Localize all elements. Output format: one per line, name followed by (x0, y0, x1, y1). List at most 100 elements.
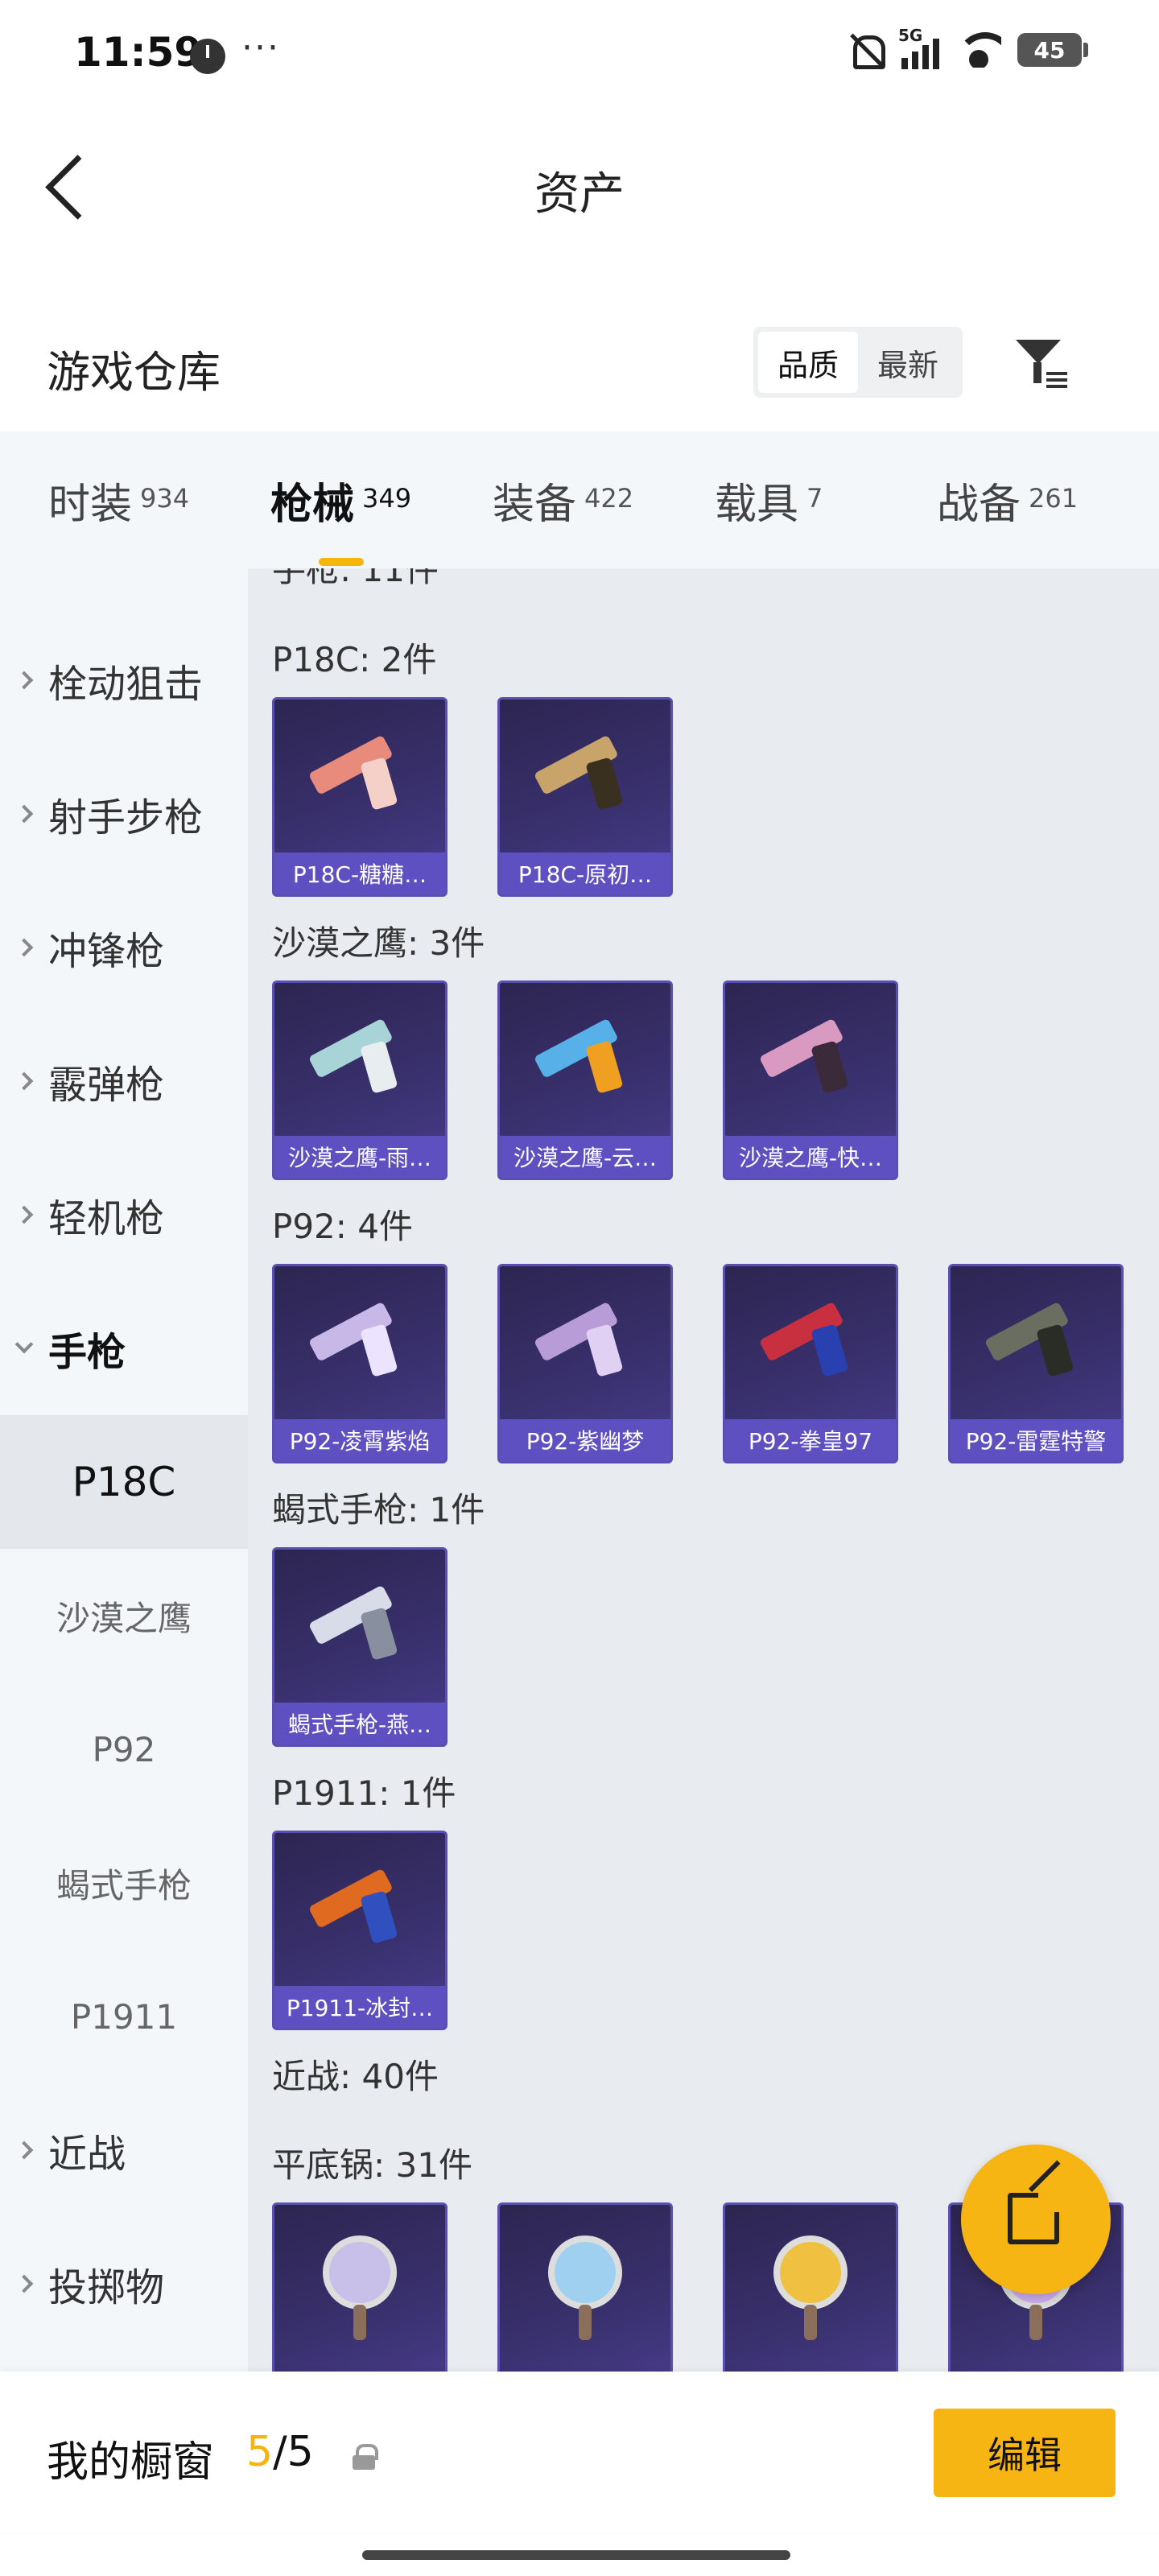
sidebar-item-pistol[interactable]: 手枪 (0, 1282, 248, 1415)
icon-cutout (1038, 2186, 1064, 2212)
group-title-melee: 近战: 40件 (272, 2057, 439, 2096)
chevron-right-icon (14, 1205, 34, 1224)
gun-skin-image (500, 983, 670, 1141)
home-indicator (362, 2550, 790, 2560)
item-card[interactable]: P92-紫幽梦 (497, 1264, 673, 1463)
sidebar-sub-skorpion[interactable]: 蝎式手枪 (0, 1816, 248, 1950)
item-card[interactable]: P1911-冰封… (272, 1831, 448, 2030)
item-name: P92-凌霄紫焰 (274, 1419, 445, 1461)
gun-skin-image (500, 1266, 670, 1424)
item-name: 蝎式手枪-燕… (274, 1703, 445, 1744)
item-name: 沙漠之鹰-云… (500, 1136, 670, 1178)
showcase-current: 5 (246, 2428, 274, 2476)
tab-label: 载具 (715, 480, 799, 529)
pan-skin-image (725, 2205, 896, 2363)
sort-quality-option[interactable]: 品质 (758, 332, 858, 393)
tab-label: 枪械 (270, 480, 355, 529)
more-status-icon: ··· (241, 27, 280, 68)
item-card[interactable] (497, 2202, 673, 2372)
sidebar-sub-deagle[interactable]: 沙漠之鹰 (0, 1549, 248, 1682)
tab-count: 349 (362, 482, 412, 514)
sidebar-item-lmg[interactable]: 轻机枪 (0, 1148, 248, 1282)
share-external-button[interactable] (961, 2145, 1111, 2294)
item-card[interactable]: P92-拳皇97 (723, 1264, 898, 1463)
tab-firearms[interactable]: 枪械 349 (270, 470, 493, 566)
sidebar-item-label: 手枪 (48, 1330, 126, 1375)
item-card[interactable]: P92-雷霆特警 (948, 1264, 1124, 1463)
item-card[interactable]: P18C-原初… (497, 697, 673, 897)
tab-gear[interactable]: 战备 261 (937, 470, 1159, 530)
tab-count: 422 (584, 482, 634, 514)
sidebar-item-dmr[interactable]: 射手步枪 (0, 747, 248, 881)
edit-button[interactable]: 编辑 (934, 2409, 1116, 2497)
sidebar-sub-p1911[interactable]: P1911 (0, 1950, 248, 2083)
showcase-total: /5 (273, 2428, 314, 2476)
group-title: 蝎式手枪: 1件 (272, 1490, 485, 1530)
gun-icon (747, 1283, 874, 1406)
item-card[interactable] (723, 2202, 898, 2372)
sidebar-item-melee[interactable]: 近战 (0, 2083, 248, 2217)
pan-icon (537, 2227, 633, 2340)
sort-newest-option[interactable]: 最新 (858, 332, 958, 393)
gun-icon (296, 716, 423, 840)
item-name: P92-雷霆特警 (951, 1419, 1121, 1461)
page-title: 资产 (534, 168, 625, 221)
sidebar-item-throwables[interactable]: 投掷物 (0, 2217, 248, 2351)
gun-skin-image (274, 1833, 445, 1991)
item-card[interactable]: P92-凌霄紫焰 (272, 1264, 448, 1463)
tab-label: 时装 (48, 480, 133, 529)
lock-icon (353, 2444, 378, 2470)
sidebar-sub-p18c[interactable]: P18C (0, 1415, 248, 1549)
tab-label: 战备 (937, 480, 1021, 529)
sidebar-item-label: 冲锋枪 (48, 929, 165, 974)
tab-vehicles[interactable]: 载具 7 (715, 470, 937, 530)
group-title-pan: 平底锅: 31件 (272, 2145, 472, 2185)
category-tabs: 时装 934 枪械 349 装备 422 载具 7 战备 261 (0, 431, 1159, 568)
tab-count: 261 (1029, 482, 1079, 514)
item-card[interactable]: 沙漠之鹰-云… (497, 980, 673, 1180)
gun-skin-image (500, 700, 670, 857)
item-card[interactable]: 沙漠之鹰-雨… (272, 980, 448, 1180)
status-time: 11:59 (74, 29, 203, 76)
gun-skin-image (274, 1550, 445, 1707)
item-card[interactable]: 沙漠之鹰-快… (723, 980, 898, 1180)
gun-skin-image (274, 700, 445, 857)
showcase-count: 5/5 (246, 2428, 314, 2476)
gun-icon (296, 1850, 423, 1973)
gun-skin-image (725, 1266, 896, 1424)
sidebar-item-label: 栓动狙击 (48, 662, 204, 707)
tab-equipment[interactable]: 装备 422 (493, 470, 715, 530)
battery-level: 45 (1033, 36, 1066, 64)
sidebar-item-shotgun[interactable]: 霰弹枪 (0, 1014, 248, 1148)
chevron-right-icon (14, 938, 34, 957)
tab-label: 装备 (493, 480, 577, 529)
gun-icon (296, 1283, 423, 1406)
sidebar-sub-p92[interactable]: P92 (0, 1682, 248, 1816)
item-name: P1911-冰封… (274, 1986, 445, 2028)
warehouse-title: 游戏仓库 (47, 347, 221, 398)
sort-toggle: 品质 最新 (753, 327, 963, 398)
item-name: 沙漠之鹰-快… (725, 1136, 896, 1178)
chevron-down-icon (14, 1335, 34, 1354)
item-card[interactable]: 蝎式手枪-燕… (272, 1547, 448, 1747)
chevron-right-icon (14, 671, 34, 690)
subcategory-sidebar: 栓动狙击 射手步枪 冲锋枪 霰弹枪 轻机枪 手枪 P18C 沙漠之鹰 P92 蝎… (0, 568, 248, 2372)
tab-fashion[interactable]: 时装 934 (48, 470, 270, 530)
tab-count: 934 (140, 482, 190, 514)
sidebar-item-bolt-sniper[interactable]: 栓动狙击 (0, 613, 248, 747)
item-name: 沙漠之鹰-雨… (274, 1136, 445, 1178)
sidebar-item-smg[interactable]: 冲锋枪 (0, 881, 248, 1014)
showcase-label: 我的橱窗 (47, 2438, 215, 2487)
group-title-cut-off: 手枪: 11件 (272, 568, 439, 589)
item-card[interactable]: P18C-糖糖… (272, 697, 448, 897)
gun-icon (972, 1283, 1099, 1406)
item-grid-area: 手枪: 11件 P18C: 2件 P18C-糖糖… P18C-原初… 沙漠之鹰: 3件… (248, 568, 1159, 2372)
item-card[interactable] (272, 2202, 448, 2372)
chevron-right-icon (14, 2140, 34, 2160)
gun-icon (522, 1283, 649, 1406)
group-title: P92: 4件 (272, 1207, 413, 1246)
gun-skin-image (725, 983, 896, 1141)
gun-icon (747, 1000, 874, 1123)
group-title: 沙漠之鹰: 3件 (272, 923, 485, 963)
sidebar-item-label: 轻机枪 (48, 1196, 165, 1241)
